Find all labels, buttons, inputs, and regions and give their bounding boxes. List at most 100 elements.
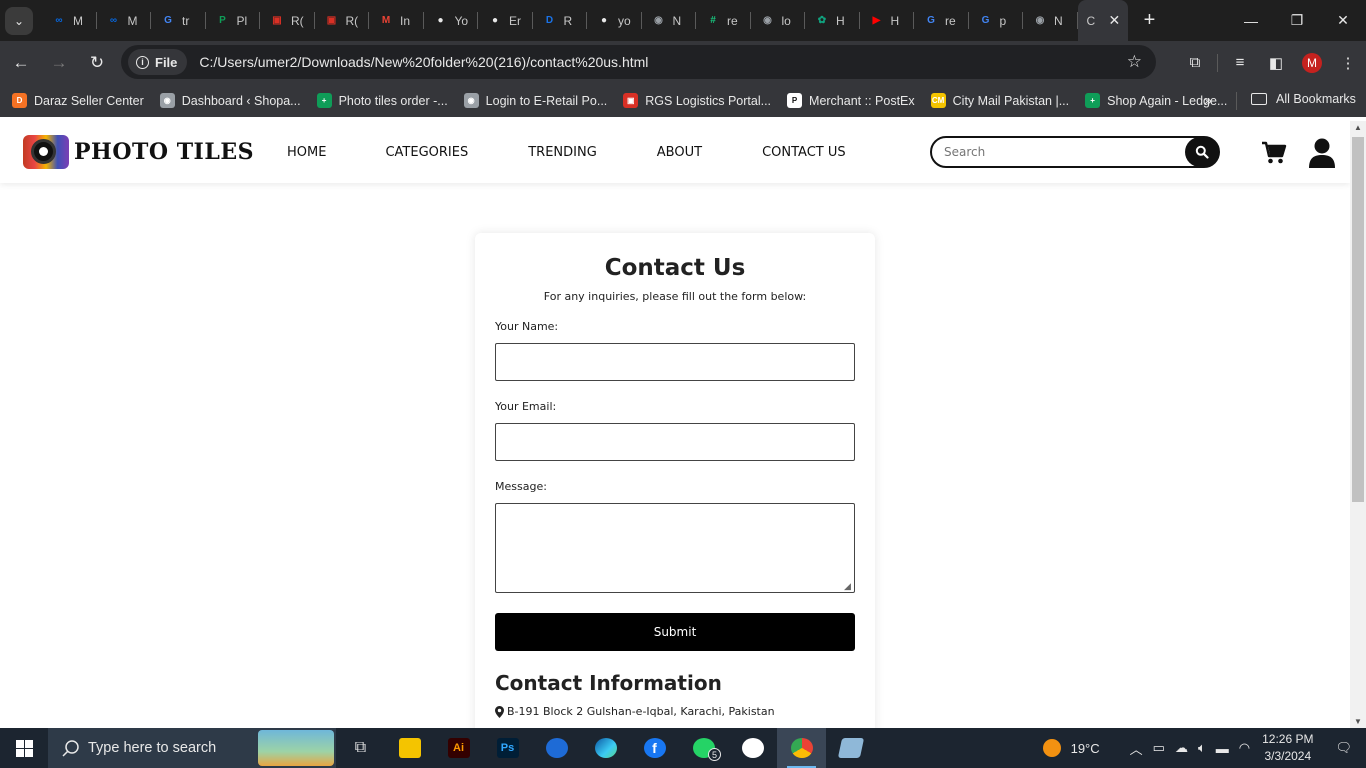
all-bookmarks-button[interactable]: All Bookmarks [1251,92,1356,106]
browser-tab[interactable]: ◉ lo [751,0,806,41]
resize-handle-icon[interactable]: ◢ [844,582,851,592]
bookmark-item[interactable]: CM City Mail Pakistan |... [930,93,1069,108]
taskbar-whatsapp[interactable] [728,728,777,768]
back-button[interactable]: ← [4,46,38,80]
bookmark-item[interactable]: + Photo tiles order -... [316,93,448,108]
address-bar[interactable]: i File C:/Users/umer2/Downloads/New%20fo… [121,45,1156,79]
bookmark-item[interactable]: ▣ RGS Logistics Portal... [623,93,771,108]
browser-tab[interactable]: ● Yo [424,0,479,41]
url-text[interactable]: C:/Users/umer2/Downloads/New%20folder%20… [199,54,648,70]
nav-contact-us[interactable]: CONTACT US [762,145,846,160]
forward-button[interactable]: → [42,46,76,80]
close-window-button[interactable]: ✕ [1320,0,1366,41]
tab-favicon-icon: ▣ [272,15,282,26]
tab-search-button[interactable]: ⌄ [5,6,33,35]
taskbar-photoshop[interactable]: Ps [483,728,532,768]
side-panel-button[interactable]: ◧ [1258,54,1294,72]
browser-menu-button[interactable]: ⋮ [1330,54,1366,72]
tab-favicon-icon: G [164,15,172,26]
tab-favicon-icon: ∞ [55,15,63,26]
submit-button[interactable]: Submit [495,613,855,651]
minimize-button[interactable]: — [1228,0,1274,41]
taskbar-illustrator[interactable]: Ai [434,728,483,768]
account-button[interactable] [1309,138,1335,173]
meet-icon[interactable]: ▭ [1153,740,1165,756]
taskbar-search[interactable]: Type here to search [48,728,336,768]
restore-button[interactable]: ❐ [1274,0,1320,41]
taskbar-file-explorer[interactable] [385,728,434,768]
browser-tab[interactable]: ∞ M [97,0,152,41]
clock[interactable]: 12:26 PM 3/3/2024 [1262,731,1313,765]
browser-tab[interactable]: ✿ H [805,0,860,41]
browser-tab[interactable]: Gp [969,0,1024,41]
media-button[interactable]: ≡ [1222,54,1258,71]
browser-tab[interactable]: ● Er [478,0,533,41]
tab-label: yo [618,13,631,28]
bookmark-item[interactable]: D Daraz Seller Center [12,93,144,108]
scroll-down-icon[interactable]: ▼ [1354,717,1362,726]
bookmark-item[interactable]: ◉ Dashboard ‹ Shopa... [159,93,301,108]
browser-tab[interactable]: M In [369,0,424,41]
scroll-thumb[interactable] [1352,137,1364,502]
wifi-icon[interactable]: ◠ [1239,740,1250,756]
site-logo[interactable]: PHOTO TILES [23,135,254,169]
bookmark-star-icon[interactable]: ☆ [1127,52,1142,72]
extensions-button[interactable]: ⧉ [1177,54,1213,71]
browser-tab[interactable]: ▣ R( [260,0,315,41]
browser-tab[interactable]: ∞ M [42,0,97,41]
weather-icon[interactable] [1042,739,1061,757]
taskbar-facebook[interactable]: f [630,728,679,768]
bookmark-item[interactable]: P Merchant :: PostEx [787,93,915,108]
browser-tab[interactable]: Gre [914,0,969,41]
nav-trending[interactable]: TRENDING [528,145,597,160]
browser-tab[interactable]: ▣ R( [315,0,370,41]
name-field[interactable] [495,343,855,381]
tab-favicon-icon: ◉ [1035,15,1045,26]
tab-active[interactable]: C ✕ [1077,0,1128,41]
page-scrollbar[interactable]: ▲ ▼ [1350,121,1366,728]
reload-button[interactable]: ↻ [80,46,114,80]
cart-button[interactable] [1261,141,1287,170]
browser-tab[interactable]: ● yo [587,0,642,41]
nav-categories[interactable]: CATEGORIES [385,145,468,160]
search-input[interactable] [944,145,1174,159]
browser-tab[interactable]: DR [533,0,588,41]
cloud-icon[interactable]: ☁ [1175,740,1188,756]
tab-favicon-icon: ◉ [763,15,772,26]
nav-about[interactable]: ABOUT [657,145,702,160]
message-field[interactable] [495,503,855,593]
notification-icon[interactable]: 🗨︎ [1335,740,1352,756]
email-field[interactable] [495,423,855,461]
site-info-chip[interactable]: i File [128,49,188,75]
search-button[interactable] [1185,137,1219,167]
bookmark-favicon-icon: ▣ [623,93,639,108]
task-view-button[interactable]: ⧉ [336,728,385,768]
new-tab-button[interactable]: + [1136,7,1164,35]
browser-tab[interactable]: P Pl [206,0,261,41]
taskbar-app[interactable] [826,728,875,768]
temperature[interactable]: 19°C [1071,741,1100,756]
taskbar-whatsapp-business[interactable]: 5 [679,728,728,768]
battery-icon[interactable]: ▬ [1216,741,1229,756]
nav-home[interactable]: HOME [287,145,326,160]
start-button[interactable] [0,728,48,768]
taskbar-firefox[interactable] [532,728,581,768]
browser-tab[interactable]: ◉ N [1023,0,1078,41]
browser-tab[interactable]: ▶ H [860,0,915,41]
bookmark-item[interactable]: ◉ Login to E-Retail Po... [463,93,607,108]
chevron-up-icon[interactable]: ︿ [1130,739,1143,758]
speaker-icon[interactable]: 🔈︎ [1198,740,1206,756]
taskbar-chrome[interactable] [777,728,826,768]
site-search [930,136,1220,168]
taskbar-edge[interactable] [581,728,630,768]
profile-button[interactable]: M [1294,52,1330,73]
tab-label: re [945,13,956,28]
close-icon[interactable]: ✕ [1109,12,1121,29]
browser-tab[interactable]: Gtr [151,0,206,41]
browser-tab[interactable]: ◉ N [642,0,697,41]
tab-favicon-icon: ● [491,15,499,26]
scroll-up-icon[interactable]: ▲ [1354,123,1362,132]
browser-tab[interactable]: # re [696,0,751,41]
more-bookmarks-button[interactable]: » [1204,92,1212,108]
message-label: Message: [495,480,547,493]
